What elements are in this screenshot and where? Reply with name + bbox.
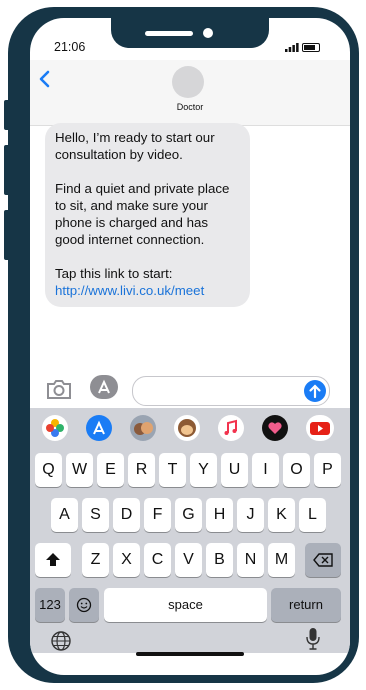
music-icon[interactable] bbox=[218, 415, 244, 441]
emoji-key[interactable] bbox=[69, 588, 99, 622]
return-key[interactable]: return bbox=[271, 588, 341, 622]
message-paragraph: Tap this link to start: http://www.livi.… bbox=[55, 265, 241, 299]
photos-app-icon[interactable] bbox=[42, 415, 68, 441]
key-d[interactable]: D bbox=[113, 498, 140, 532]
key-q[interactable]: Q bbox=[35, 453, 62, 487]
message-bubble: Hello, I’m ready to start our consultati… bbox=[45, 123, 250, 307]
key-l[interactable]: L bbox=[299, 498, 326, 532]
status-time: 21:06 bbox=[54, 40, 86, 54]
contact-name[interactable]: Doctor bbox=[30, 102, 350, 112]
message-link-intro: Tap this link to start: bbox=[55, 266, 173, 281]
message-paragraph: Hello, I’m ready to start our consultati… bbox=[55, 130, 215, 162]
animoji-icon[interactable] bbox=[174, 415, 200, 441]
key-s[interactable]: S bbox=[82, 498, 109, 532]
delete-key[interactable] bbox=[305, 543, 341, 577]
key-u[interactable]: U bbox=[221, 453, 248, 487]
notch bbox=[111, 18, 269, 48]
camera-icon[interactable] bbox=[46, 378, 72, 400]
phone-frame: 21:06 Doctor Hello, I’m ready to start o… bbox=[8, 7, 359, 683]
phone-screen: 21:06 Doctor Hello, I’m ready to start o… bbox=[30, 18, 350, 675]
app-store-icon[interactable] bbox=[86, 415, 112, 441]
key-b[interactable]: B bbox=[206, 543, 233, 577]
key-a[interactable]: A bbox=[51, 498, 78, 532]
key-o[interactable]: O bbox=[283, 453, 310, 487]
microphone-icon[interactable] bbox=[305, 627, 321, 651]
send-button[interactable] bbox=[304, 380, 326, 402]
key-v[interactable]: V bbox=[175, 543, 202, 577]
app-store-button[interactable] bbox=[90, 375, 118, 399]
key-n[interactable]: N bbox=[237, 543, 264, 577]
key-z[interactable]: Z bbox=[82, 543, 109, 577]
memoji-icon[interactable] bbox=[130, 415, 156, 441]
conversation-header: Doctor bbox=[30, 60, 350, 126]
key-m[interactable]: M bbox=[268, 543, 295, 577]
backspace-icon bbox=[313, 553, 333, 567]
app-store-icon bbox=[98, 379, 110, 394]
back-chevron-icon[interactable] bbox=[38, 70, 50, 92]
front-camera-icon bbox=[203, 28, 213, 38]
shift-key[interactable] bbox=[35, 543, 71, 577]
key-c[interactable]: C bbox=[144, 543, 171, 577]
meeting-link[interactable]: http://www.livi.co.uk/meet bbox=[55, 282, 241, 299]
key-w[interactable]: W bbox=[66, 453, 93, 487]
globe-icon[interactable] bbox=[50, 630, 72, 652]
key-f[interactable]: F bbox=[144, 498, 171, 532]
message-input[interactable] bbox=[132, 376, 330, 406]
key-t[interactable]: T bbox=[159, 453, 186, 487]
keyboard: Q W E R T Y U I O P A S D F G H J K L Z … bbox=[30, 408, 350, 653]
speaker-icon bbox=[145, 31, 193, 36]
app-drawer bbox=[30, 408, 350, 446]
key-g[interactable]: G bbox=[175, 498, 202, 532]
emoji-icon bbox=[76, 597, 92, 613]
numbers-key[interactable]: 123 bbox=[35, 588, 65, 622]
battery-icon bbox=[302, 43, 320, 52]
key-k[interactable]: K bbox=[268, 498, 295, 532]
home-indicator[interactable] bbox=[136, 652, 244, 656]
digital-touch-icon[interactable] bbox=[262, 415, 288, 441]
arrow-up-icon bbox=[309, 384, 321, 399]
key-j[interactable]: J bbox=[237, 498, 264, 532]
space-key[interactable]: space bbox=[104, 588, 267, 622]
shift-icon bbox=[46, 553, 60, 566]
signal-icon bbox=[285, 43, 299, 52]
key-x[interactable]: X bbox=[113, 543, 140, 577]
key-e[interactable]: E bbox=[97, 453, 124, 487]
key-h[interactable]: H bbox=[206, 498, 233, 532]
key-y[interactable]: Y bbox=[190, 453, 217, 487]
key-i[interactable]: I bbox=[252, 453, 279, 487]
youtube-icon[interactable] bbox=[306, 415, 334, 441]
key-p[interactable]: P bbox=[314, 453, 341, 487]
key-r[interactable]: R bbox=[128, 453, 155, 487]
contact-avatar[interactable] bbox=[172, 66, 204, 98]
message-paragraph: Find a quiet and private place to sit, a… bbox=[55, 181, 230, 247]
